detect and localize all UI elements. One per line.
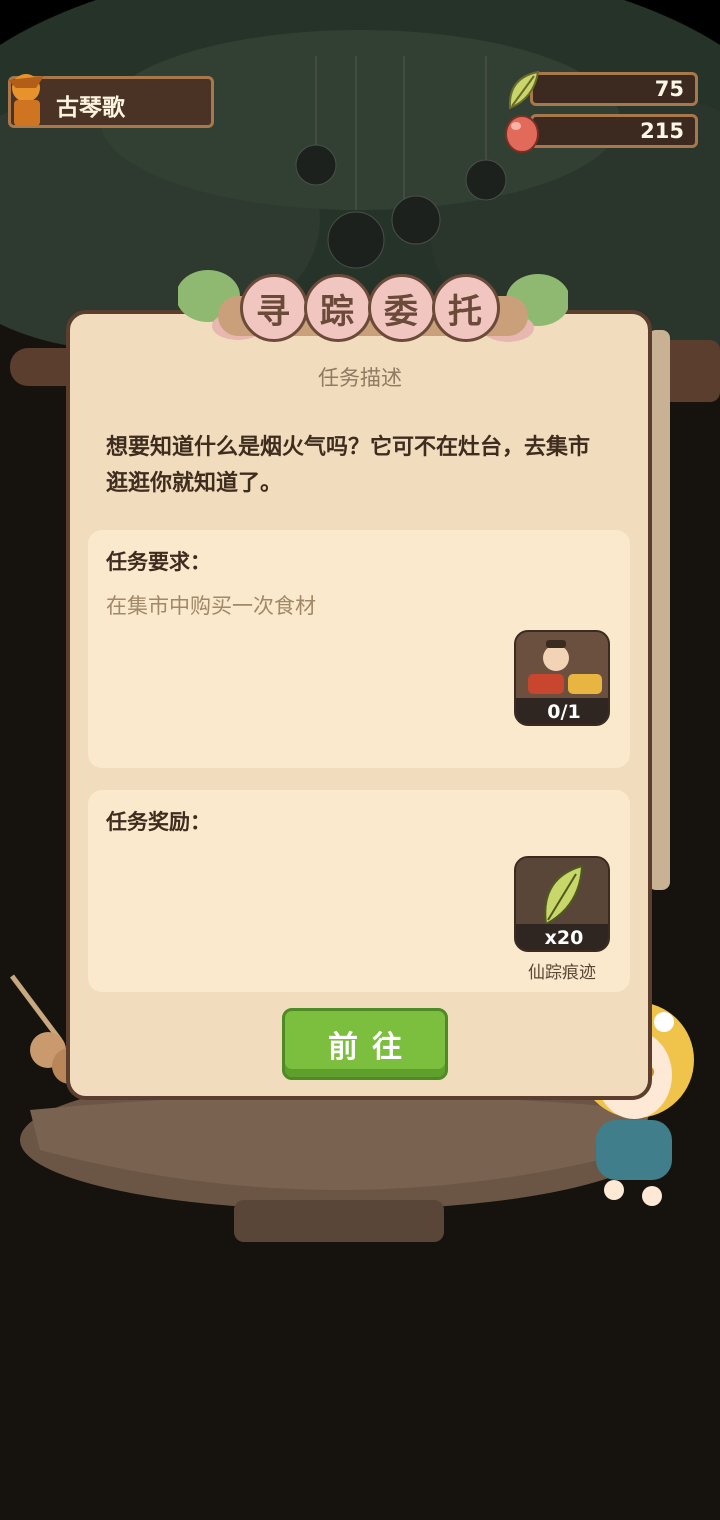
resource-value-leaf: 75: [654, 77, 684, 101]
leaf-wing-icon: [516, 858, 608, 928]
reward-item-name: 仙踪痕迹: [528, 963, 596, 983]
title-char-2: 踪: [320, 292, 354, 332]
resource-value-egg: 215: [640, 119, 684, 143]
player-name: 古琴歌: [56, 95, 125, 121]
reward-count: x20: [516, 924, 608, 950]
title-char-4: 托: [448, 292, 482, 332]
requirement-progress: 0/1: [516, 698, 608, 724]
market-vendor-icon: [516, 632, 608, 702]
title-char-1: 寻: [256, 292, 290, 332]
leaf-wing-icon: [508, 70, 540, 110]
title-char-3: 委: [384, 292, 418, 332]
requirement-text: 在集市中购买一次食材: [106, 594, 316, 618]
reward-item-slot[interactable]: x20: [514, 856, 610, 952]
requirement-title: 任务要求：: [106, 550, 211, 574]
reward-title: 任务奖励：: [106, 810, 211, 834]
red-egg-icon: [505, 115, 539, 153]
section-label-description: 任务描述: [318, 366, 402, 390]
go-button-label[interactable]: 前往: [282, 1022, 448, 1066]
scarecrow-avatar-icon: [8, 74, 44, 126]
task-description: 想要知道什么是烟火气吗？它可不在灶台，去集市逛逛你就知道了。: [106, 435, 591, 496]
requirement-item-slot[interactable]: 0/1: [514, 630, 610, 726]
